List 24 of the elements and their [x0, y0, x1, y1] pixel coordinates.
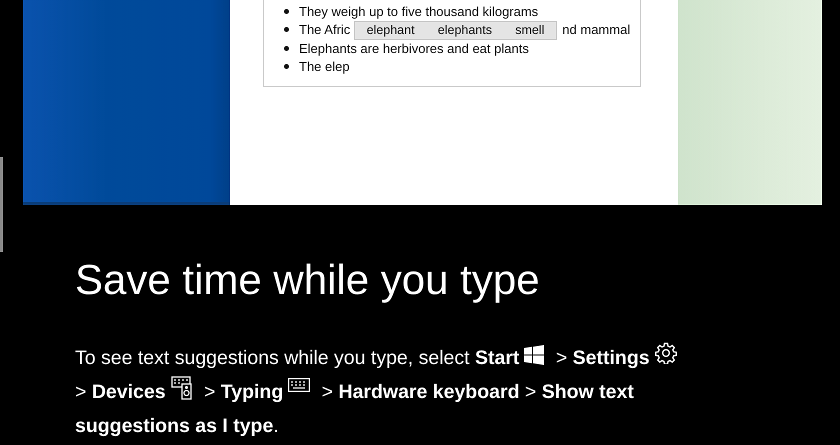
bullet-icon	[284, 27, 289, 32]
suggestion-item[interactable]: elephant	[362, 23, 419, 37]
instruction-text: > Devices	[75, 380, 166, 405]
list-text: nd mammal	[562, 22, 630, 38]
page-title: Save time while you type	[75, 255, 541, 305]
bullet-icon	[284, 8, 289, 14]
list-text: They weigh up to five thousand kilograms	[299, 4, 538, 19]
instruction-text: To see text suggestions while you type, select Start	[75, 346, 520, 371]
suggestion-item[interactable]: elephants	[434, 23, 496, 37]
settings-icon	[654, 342, 677, 364]
suggestion-item[interactable]: smell	[511, 23, 548, 37]
list-text: The Afric	[299, 22, 350, 38]
instruction-text: > Hardware keyboard > Show text	[320, 380, 634, 405]
bullet-icon	[284, 64, 289, 70]
instruction-text: > Settings	[554, 346, 650, 371]
scrollbar[interactable]	[0, 157, 3, 252]
keyboard-icon	[288, 378, 310, 392]
bullet-icon	[284, 46, 289, 51]
instruction-text: > Typing	[202, 380, 284, 405]
devices-icon	[170, 376, 193, 400]
list-text: Elephants are herbivores and eat plants	[299, 40, 529, 56]
instruction-text: suggestions as I type.	[75, 414, 279, 439]
windows-logo-icon	[524, 345, 544, 365]
list-text: The elep	[299, 59, 350, 74]
